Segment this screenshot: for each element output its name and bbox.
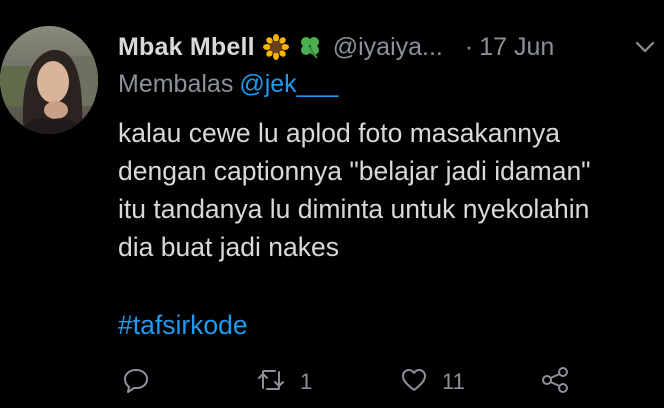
action-bar: 1 11 [118,362,664,402]
tweet-text: kalau cewe lu aplod foto masakannya deng… [118,114,658,266]
like-count: 11 [442,369,465,394]
hashtag-link[interactable]: #tafsirkode [118,310,248,341]
tweet-text-line: itu tandanya lu diminta untuk nyekolahin [118,194,590,224]
retweet-button[interactable]: 1 [256,362,312,402]
separator-dot: · [464,32,474,61]
heart-icon [400,366,428,399]
sunflower-emoji-icon [262,34,289,60]
reply-context: Membalas @jek___ [118,70,338,99]
retweet-count: 1 [300,369,313,394]
reply-icon [122,366,150,399]
user-handle[interactable]: @iyaiya... [333,33,443,62]
tweet-date[interactable]: 17 Jun [479,33,554,62]
reply-button[interactable] [122,362,164,402]
like-button[interactable]: 11 [400,362,465,402]
reply-prefix: Membalas [118,70,234,98]
share-button[interactable] [540,362,570,402]
avatar[interactable] [0,26,98,134]
display-name[interactable]: Mbak Mbell [118,33,255,62]
tweet-text-line: dia buat jadi nakes [118,232,339,262]
four-leaf-clover-emoji-icon [297,34,323,60]
tweet-header: Mbak Mbell @iyaiya... · 17 Jun [118,30,554,64]
tweet-text-line: kalau cewe lu aplod foto masakannya [118,118,560,148]
share-icon [540,366,570,399]
tweet[interactable]: Mbak Mbell @iyaiya... · 17 Jun Membalas … [0,0,664,408]
retweet-icon [256,366,286,399]
reply-mention-link[interactable]: @jek___ [239,70,338,98]
tweet-text-line: dengan captionnya "belajar jadi idaman" [118,156,591,186]
chevron-down-icon[interactable] [634,36,656,58]
